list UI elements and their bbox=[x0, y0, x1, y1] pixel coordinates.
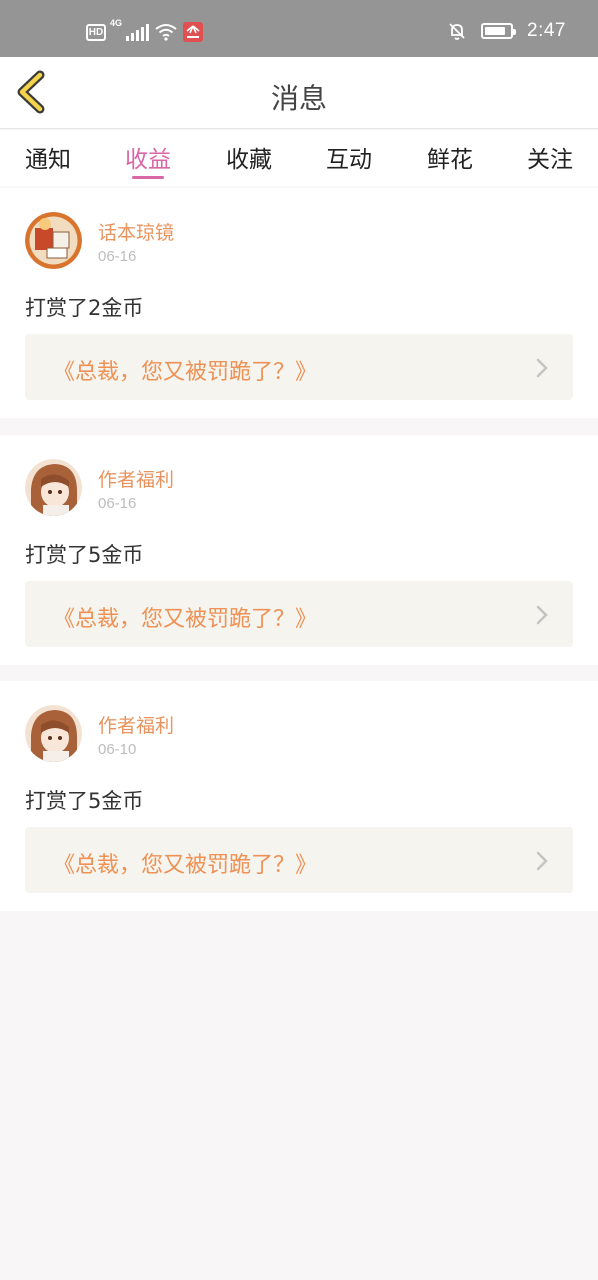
sender-name[interactable]: 作者福利 bbox=[98, 711, 174, 738]
message-card: 话本琼镜 06-16 打赏了2金币 《总裁，您又被罚跪了？》 bbox=[0, 188, 598, 418]
status-right-group: 2:47 bbox=[447, 20, 566, 42]
message-date: 06-16 bbox=[98, 248, 137, 265]
status-bar: HD 4G 2:47 bbox=[0, 0, 598, 57]
avatar[interactable] bbox=[25, 459, 82, 516]
message-date: 06-10 bbox=[98, 741, 137, 758]
message-date: 06-16 bbox=[98, 495, 137, 512]
sender-name[interactable]: 作者福利 bbox=[98, 465, 174, 492]
tab-flowers[interactable]: 鲜花 bbox=[410, 140, 490, 174]
tab-following[interactable]: 关注 bbox=[510, 140, 590, 174]
book-title: 《总裁，您又被罚跪了？》 bbox=[53, 607, 318, 632]
tab-notifications[interactable]: 通知 bbox=[8, 140, 88, 174]
chevron-right-icon bbox=[536, 358, 548, 378]
message-text: 打赏了5金币 bbox=[25, 789, 144, 813]
hd-badge: HD bbox=[86, 23, 106, 41]
avatar[interactable] bbox=[25, 705, 82, 762]
network-type: 4G bbox=[110, 18, 123, 28]
message-card: 作者福利 06-10 打赏了5金币 《总裁，您又被罚跪了？》 bbox=[0, 681, 598, 911]
page-title: 消息 bbox=[270, 82, 327, 115]
book-title: 《总裁，您又被罚跪了？》 bbox=[53, 853, 318, 878]
message-text: 打赏了5金币 bbox=[25, 543, 144, 567]
wifi-icon bbox=[155, 24, 177, 41]
huawei-app-icon bbox=[183, 22, 203, 42]
message-card: 作者福利 06-16 打赏了5金币 《总裁，您又被罚跪了？》 bbox=[0, 435, 598, 665]
status-time: 2:47 bbox=[527, 20, 566, 41]
header-bar: 消息 bbox=[0, 57, 598, 129]
book-title: 《总裁，您又被罚跪了？》 bbox=[53, 360, 318, 385]
tab-favorites[interactable]: 收藏 bbox=[209, 140, 289, 174]
active-tab-indicator bbox=[132, 176, 164, 179]
status-left-group: HD 4G bbox=[86, 18, 203, 42]
avatar[interactable] bbox=[25, 212, 82, 269]
book-link[interactable]: 《总裁，您又被罚跪了？》 bbox=[25, 581, 573, 647]
battery-icon bbox=[481, 23, 517, 39]
tab-interactions[interactable]: 互动 bbox=[309, 140, 389, 174]
book-link[interactable]: 《总裁，您又被罚跪了？》 bbox=[25, 334, 573, 400]
sender-name[interactable]: 话本琼镜 bbox=[98, 218, 174, 245]
signal-icon: 4G bbox=[110, 18, 149, 41]
tab-earnings[interactable]: 收益 bbox=[108, 140, 188, 174]
message-text: 打赏了2金币 bbox=[25, 296, 144, 320]
chevron-right-icon bbox=[536, 851, 548, 871]
chevron-right-icon bbox=[536, 605, 548, 625]
book-link[interactable]: 《总裁，您又被罚跪了？》 bbox=[25, 827, 573, 893]
bell-off-icon bbox=[449, 23, 465, 40]
tab-bar: 通知 收益 收藏 互动 鲜花 关注 bbox=[0, 130, 598, 186]
